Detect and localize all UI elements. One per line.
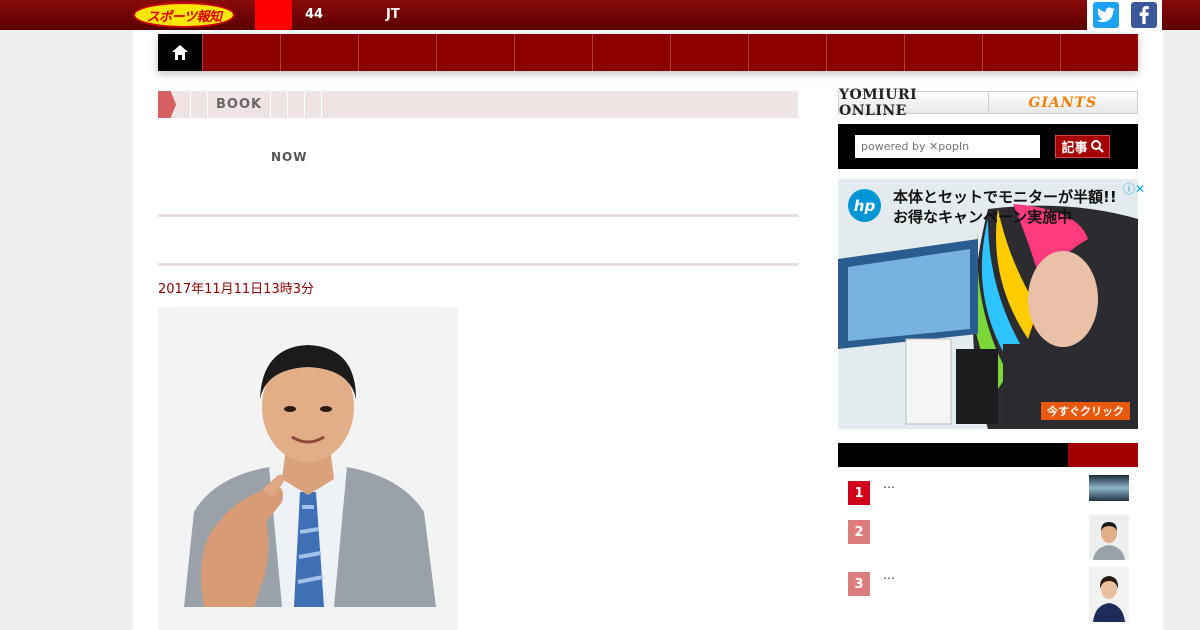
facebook-icon[interactable] <box>1131 2 1157 28</box>
ranking-thumbnail-3[interactable] <box>1089 567 1129 622</box>
site-logo[interactable]: スポーツ報知 <box>133 2 235 28</box>
article-date: 2017年11月11日13時3分 <box>158 282 314 297</box>
nav-item-2[interactable] <box>280 34 358 71</box>
ad-cta-button[interactable]: 今すぐクリック <box>1041 402 1130 420</box>
nav-item-3[interactable] <box>358 34 436 71</box>
search-input[interactable] <box>855 135 1040 158</box>
breadcrumb-divider <box>287 91 289 118</box>
subcategory-now[interactable]: NOW <box>271 150 307 164</box>
hp-logo: hp <box>848 189 881 222</box>
breadcrumb-divider <box>270 91 272 118</box>
person-thumbnail-image <box>1089 567 1129 622</box>
ranking-header-accent <box>1068 443 1138 467</box>
ranking-item-1[interactable]: … <box>883 477 895 491</box>
ad-headline: 本体とセットでモニターが半額!! お得なキャンペーン実施中 <box>893 187 1117 227</box>
main-nav <box>158 34 1138 71</box>
logo-text: スポーツ報知 <box>146 9 222 25</box>
ranking-number-2: 2 <box>848 520 870 544</box>
nav-home-button[interactable] <box>158 34 202 71</box>
ticker-item-2[interactable]: JT <box>386 7 400 22</box>
top-red-block[interactable] <box>255 0 292 30</box>
nav-item-7[interactable] <box>670 34 748 71</box>
ad-headline-line-2: お得なキャンペーン実施中 <box>893 208 1073 226</box>
ranking-number-1: 1 <box>848 481 870 505</box>
nav-item-10[interactable] <box>904 34 982 71</box>
search-icon <box>1090 140 1104 153</box>
nav-item-8[interactable] <box>748 34 826 71</box>
breadcrumb-divider <box>304 91 306 118</box>
breadcrumb-item-book[interactable]: BOOK <box>208 97 270 112</box>
twitter-icon[interactable] <box>1093 2 1119 28</box>
adchoices-icon[interactable]: ⓘ✕ <box>1123 180 1145 197</box>
breadcrumb: BOOK <box>158 91 798 118</box>
nav-item-9[interactable] <box>826 34 904 71</box>
ranking-thumbnail-2[interactable] <box>1089 515 1129 560</box>
partner-yomiuri-online[interactable]: YOMIURI ONLINE <box>839 87 989 119</box>
nav-item-5[interactable] <box>514 34 592 71</box>
person-thumbnail-image <box>1089 515 1129 560</box>
nav-item-1[interactable] <box>202 34 280 71</box>
nav-item-6[interactable] <box>592 34 670 71</box>
article-meta: 2017年11月11日13時3分 <box>158 278 326 297</box>
ad-headline-line-1: 本体とセットでモニターが半額!! <box>893 188 1117 206</box>
ranking-number-3: 3 <box>848 572 870 596</box>
partner-links: YOMIURI ONLINE GIANTS <box>838 87 1138 119</box>
search-button-label: 記事 <box>1061 141 1088 156</box>
nav-item-12[interactable] <box>1060 34 1138 71</box>
headline-rule-bottom <box>158 263 798 266</box>
breadcrumb-flag-icon <box>158 91 176 118</box>
ranking-thumbnail-1[interactable] <box>1089 475 1129 501</box>
ranking-item-3[interactable]: … <box>883 568 895 582</box>
person-pointing-image <box>174 307 442 607</box>
nav-item-11[interactable] <box>982 34 1060 71</box>
home-icon <box>172 45 188 60</box>
search-button[interactable]: 記事 <box>1055 135 1110 158</box>
headline-rule-top <box>158 214 798 217</box>
ticker-item-1[interactable]: 44 <box>305 7 323 22</box>
article-photo[interactable] <box>174 307 442 607</box>
partner-giants[interactable]: GIANTS <box>989 92 1138 113</box>
nav-item-4[interactable] <box>436 34 514 71</box>
breadcrumb-divider <box>190 91 191 118</box>
breadcrumb-divider <box>321 91 323 118</box>
